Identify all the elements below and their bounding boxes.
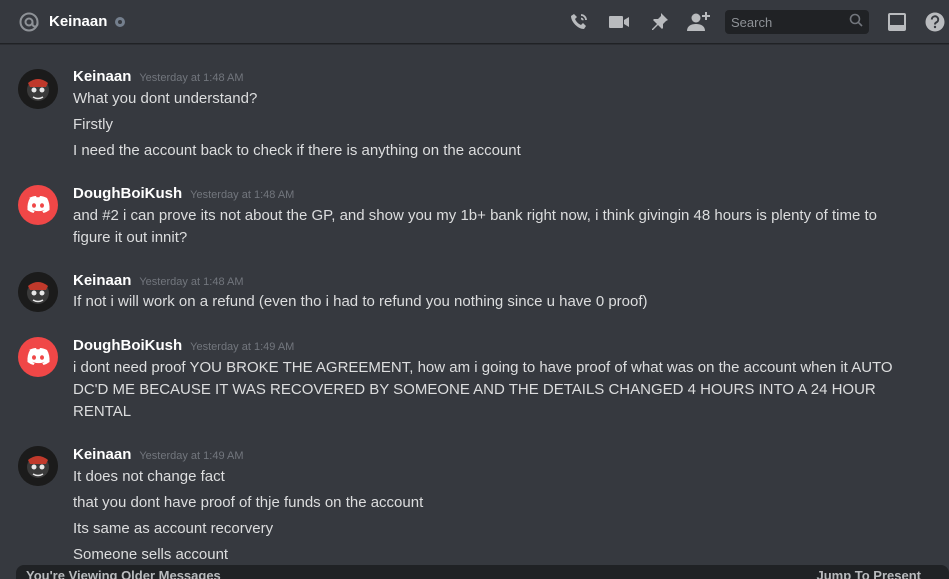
discord-logo-icon <box>27 348 50 365</box>
message-header: Keinaan Yesterday at 1:49 AM <box>73 446 244 463</box>
message-list[interactable]: Keinaan Yesterday at 1:48 AM What you do… <box>0 44 949 565</box>
older-messages-label: You're Viewing Older Messages <box>26 568 221 579</box>
message-text: I need the account back to check if ther… <box>73 142 521 159</box>
message-text: Firstly <box>73 116 113 133</box>
timestamp: Yesterday at 1:49 AM <box>139 450 244 462</box>
message-text: It does not change fact <box>73 468 225 485</box>
jump-to-present-button[interactable]: Jump To Present <box>816 568 921 579</box>
channel-header: Keinaan Search <box>0 0 949 44</box>
search-icon <box>849 13 863 32</box>
keinaan-avatar-icon <box>18 446 58 486</box>
message-header: DoughBoiKush Yesterday at 1:48 AM <box>73 185 294 202</box>
keinaan-avatar-icon <box>18 69 58 109</box>
avatar[interactable] <box>18 337 58 377</box>
message-text: What you dont understand? <box>73 90 258 107</box>
add-friend-icon[interactable] <box>687 10 711 34</box>
author-name[interactable]: Keinaan <box>73 272 131 289</box>
message-text: i dont need proof YOU BROKE THE AGREEMEN… <box>73 359 893 420</box>
message-text: and #2 i can prove its not about the GP,… <box>73 207 877 246</box>
author-name[interactable]: Keinaan <box>73 68 131 85</box>
keinaan-avatar-icon <box>18 272 58 312</box>
search-placeholder: Search <box>731 14 773 30</box>
channel-name: Keinaan <box>49 13 108 30</box>
avatar[interactable] <box>18 69 58 109</box>
timestamp: Yesterday at 1:48 AM <box>139 72 244 84</box>
avatar[interactable] <box>18 185 58 225</box>
help-icon[interactable] <box>923 10 947 34</box>
avatar[interactable] <box>18 272 58 312</box>
author-name[interactable]: Keinaan <box>73 446 131 463</box>
message-header: DoughBoiKush Yesterday at 1:49 AM <box>73 337 294 354</box>
at-sign-icon <box>18 11 40 33</box>
older-messages-bar[interactable]: You're Viewing Older Messages Jump To Pr… <box>16 565 949 579</box>
header-toolbar: Search <box>567 0 949 44</box>
avatar[interactable] <box>18 446 58 486</box>
voice-call-icon[interactable] <box>567 10 591 34</box>
author-name[interactable]: DoughBoiKush <box>73 337 182 354</box>
message-header: Keinaan Yesterday at 1:48 AM <box>73 272 244 289</box>
message-text: Someone sells account <box>73 546 229 563</box>
pinned-messages-icon[interactable] <box>647 10 671 34</box>
message-text: If not i will work on a refund (even tho… <box>73 293 648 310</box>
inbox-icon[interactable] <box>885 10 909 34</box>
timestamp: Yesterday at 1:48 AM <box>139 276 244 288</box>
timestamp: Yesterday at 1:48 AM <box>190 189 295 201</box>
offline-status-icon <box>115 16 126 27</box>
search-input[interactable]: Search <box>725 10 869 34</box>
author-name[interactable]: DoughBoiKush <box>73 185 182 202</box>
discord-logo-icon <box>27 196 50 213</box>
video-call-icon[interactable] <box>607 10 631 34</box>
message-text: that you dont have proof of thje funds o… <box>73 494 424 511</box>
timestamp: Yesterday at 1:49 AM <box>190 341 295 353</box>
message-text: Its same as account recorvery <box>73 520 274 537</box>
message-header: Keinaan Yesterday at 1:48 AM <box>73 68 244 85</box>
